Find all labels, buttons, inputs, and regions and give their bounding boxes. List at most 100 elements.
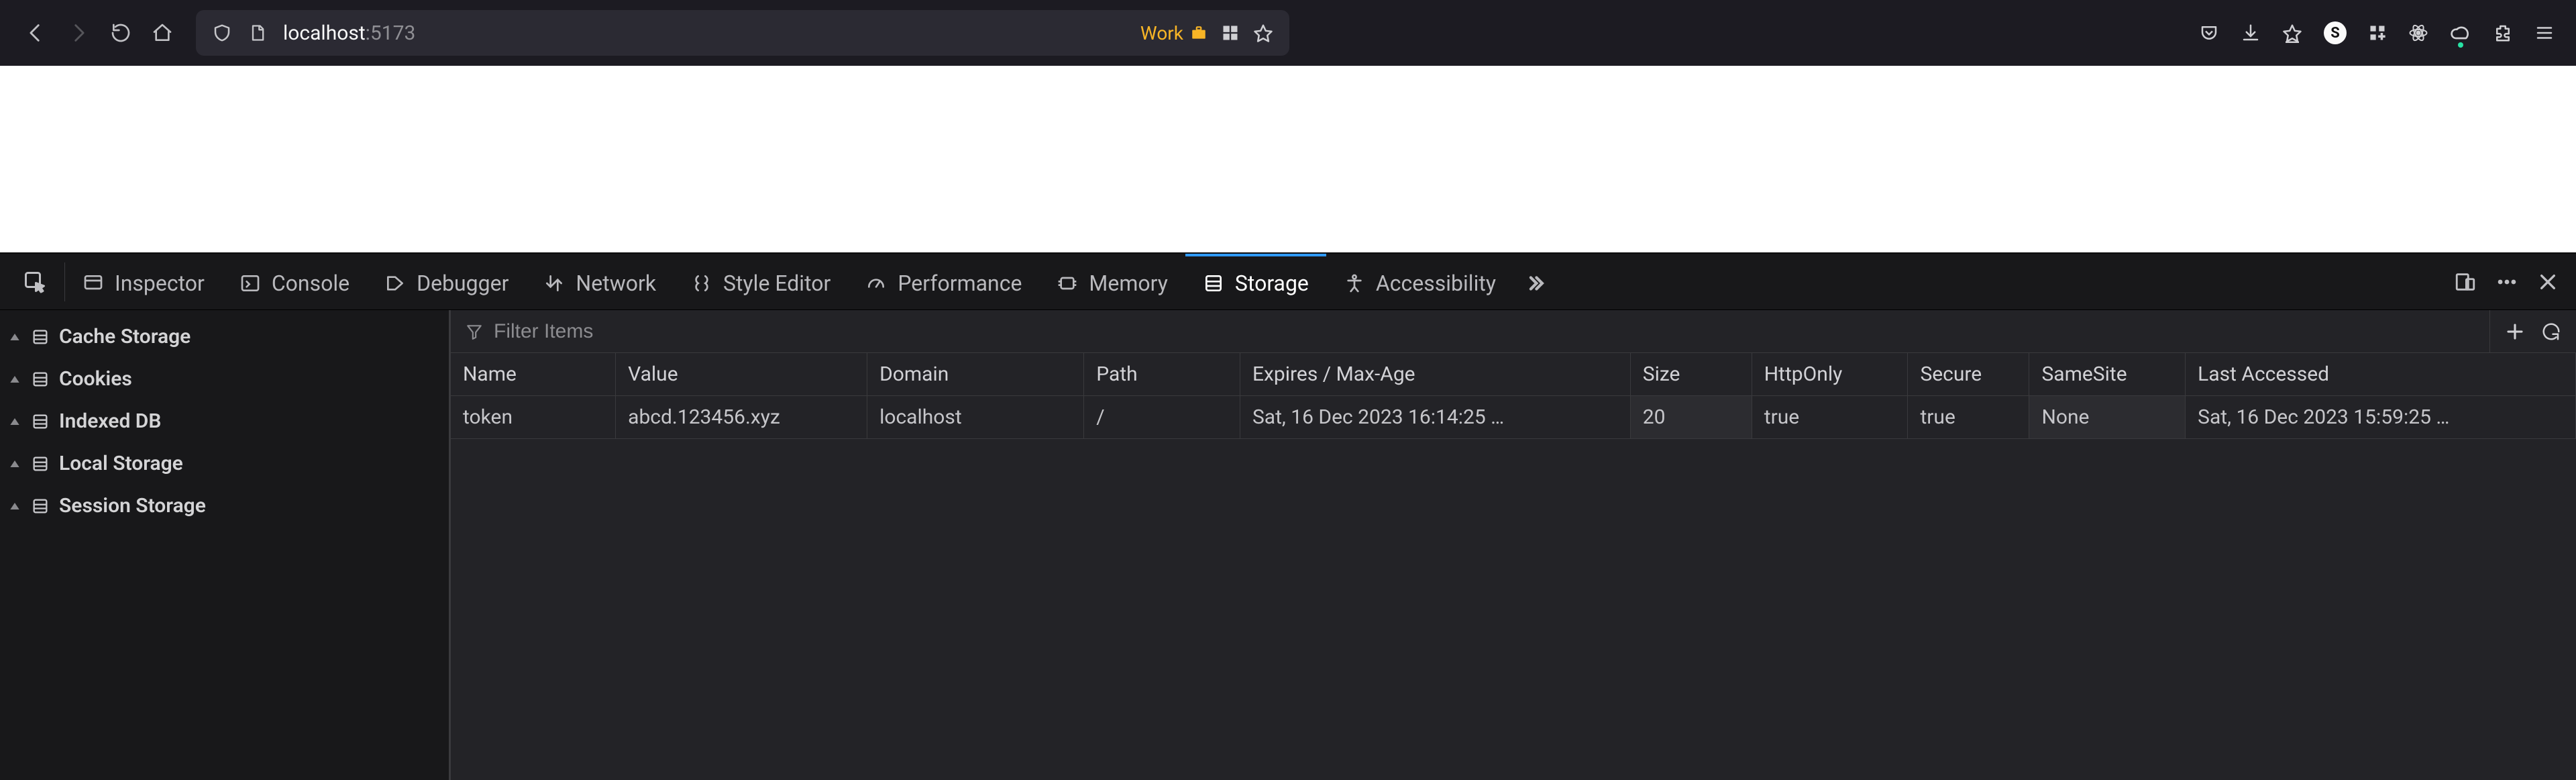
storage-main: NameValueDomainPathExpires / Max-AgeSize…: [451, 310, 2576, 780]
address-port: :5173: [366, 21, 416, 45]
cell-domain[interactable]: localhost: [867, 396, 1084, 439]
cell-httponly[interactable]: true: [1752, 396, 1908, 439]
notification-dot-icon: [2458, 42, 2463, 48]
tab-inspector[interactable]: Inspector: [65, 254, 222, 309]
reload-button[interactable]: [110, 22, 131, 44]
tab-label: Memory: [1089, 271, 1167, 296]
funnel-icon: [466, 323, 483, 340]
sidebar-item-cache-storage[interactable]: Cache Storage: [0, 315, 449, 358]
page-viewport: [0, 66, 2576, 252]
devtools-right-controls: [2442, 271, 2571, 293]
storage-item-icon: [31, 328, 50, 346]
nav-button-group: [9, 21, 180, 44]
chevron-right-icon: [8, 499, 21, 513]
sidebar-item-indexed-db[interactable]: Indexed DB: [0, 400, 449, 442]
storage-filter-row: [451, 310, 2576, 353]
col-value[interactable]: Value: [616, 353, 867, 396]
cell-value[interactable]: abcd.123456.xyz: [616, 396, 867, 439]
grid-view-icon[interactable]: [1221, 23, 1240, 42]
element-picker-button[interactable]: [5, 262, 65, 301]
extensions-icon[interactable]: [2493, 23, 2513, 43]
address-text: localhost:5173: [283, 21, 1124, 45]
react-devtools-icon[interactable]: [2408, 23, 2428, 43]
tab-label: Performance: [898, 271, 1022, 296]
tab-storage[interactable]: Storage: [1185, 254, 1326, 309]
address-right-group: Work: [1140, 22, 1273, 44]
profile-s-icon[interactable]: S: [2324, 21, 2347, 44]
col-last_accessed[interactable]: Last Accessed: [2186, 353, 2576, 396]
address-security-icons: [212, 23, 267, 43]
app-menu-icon[interactable]: [2534, 23, 2555, 43]
browser-toolbar: localhost:5173 Work S: [0, 0, 2576, 66]
tab-network[interactable]: Network: [526, 254, 674, 309]
tab-debugger[interactable]: Debugger: [367, 254, 526, 309]
filter-box[interactable]: [451, 320, 2489, 343]
responsive-mode-icon[interactable]: [2454, 271, 2477, 293]
sidebar-item-session-storage[interactable]: Session Storage: [0, 485, 449, 527]
sidebar-item-local-storage[interactable]: Local Storage: [0, 442, 449, 485]
tab-performance[interactable]: Performance: [848, 254, 1039, 309]
storage-sidebar: Cache Storage Cookies Indexed DB Local S…: [0, 310, 451, 780]
tab-label: Console: [272, 271, 350, 296]
pocket-icon[interactable]: [2199, 23, 2219, 43]
chevron-right-icon: [8, 415, 21, 428]
cell-name[interactable]: token: [451, 396, 616, 439]
tab-label: Inspector: [115, 271, 205, 296]
col-domain[interactable]: Domain: [867, 353, 1084, 396]
col-path[interactable]: Path: [1084, 353, 1240, 396]
forward-button[interactable]: [67, 21, 90, 44]
add-ons-icon[interactable]: [2368, 23, 2387, 42]
sidebar-item-label: Cookies: [59, 367, 132, 391]
cell-path[interactable]: /: [1084, 396, 1240, 439]
kebab-menu-icon[interactable]: [2496, 271, 2518, 293]
cell-samesite[interactable]: None: [2029, 396, 2186, 439]
sidebar-item-label: Session Storage: [59, 494, 206, 518]
address-host: localhost: [283, 21, 366, 45]
col-samesite[interactable]: SameSite: [2029, 353, 2186, 396]
sidebar-item-label: Local Storage: [59, 452, 183, 475]
col-expires[interactable]: Expires / Max-Age: [1240, 353, 1630, 396]
tab-label: Storage: [1235, 271, 1309, 296]
cell-size[interactable]: 20: [1630, 396, 1752, 439]
storage-item-icon: [31, 370, 50, 389]
tab-accessibility[interactable]: Accessibility: [1326, 254, 1513, 309]
filter-input[interactable]: [494, 320, 2475, 343]
cloud-icon[interactable]: [2450, 22, 2471, 44]
add-item-button[interactable]: [2505, 322, 2525, 342]
browser-right-toolbar: S: [2199, 21, 2567, 44]
cell-last_accessed[interactable]: Sat, 16 Dec 2023 15:59:25 …: [2186, 396, 2576, 439]
downloads-icon[interactable]: [2241, 23, 2261, 43]
bookmarks-toolbar-icon[interactable]: [2282, 23, 2302, 43]
tab-console[interactable]: Console: [222, 254, 367, 309]
refresh-button[interactable]: [2541, 322, 2561, 342]
home-button[interactable]: [152, 22, 173, 44]
cell-expires[interactable]: Sat, 16 Dec 2023 16:14:25 …: [1240, 396, 1630, 439]
cell-secure[interactable]: true: [1908, 396, 2029, 439]
filter-actions: [2489, 310, 2576, 352]
shield-icon[interactable]: [212, 23, 232, 43]
col-secure[interactable]: Secure: [1908, 353, 2029, 396]
col-name[interactable]: Name: [451, 353, 616, 396]
devtools-panel: Inspector Console Debugger Network Style…: [0, 252, 2576, 780]
sidebar-item-label: Cache Storage: [59, 325, 191, 348]
col-httponly[interactable]: HttpOnly: [1752, 353, 1908, 396]
chevron-right-icon: [8, 330, 21, 344]
back-button[interactable]: [24, 21, 47, 44]
table-row[interactable]: tokenabcd.123456.xyzlocalhost/Sat, 16 De…: [451, 396, 2576, 439]
star-bookmark-icon[interactable]: [1253, 23, 1273, 43]
devtools-tabbar: Inspector Console Debugger Network Style…: [0, 254, 2576, 310]
container-badge[interactable]: Work: [1140, 22, 1208, 44]
storage-table: NameValueDomainPathExpires / Max-AgeSize…: [451, 353, 2576, 439]
address-bar[interactable]: localhost:5173 Work: [196, 10, 1289, 56]
briefcase-icon: [1190, 24, 1208, 42]
container-label: Work: [1140, 22, 1183, 44]
tab-label: Debugger: [417, 271, 508, 296]
tab-memory[interactable]: Memory: [1039, 254, 1185, 309]
close-devtools-icon[interactable]: [2537, 271, 2559, 293]
sidebar-item-cookies[interactable]: Cookies: [0, 358, 449, 400]
tab-overflow[interactable]: [1513, 254, 1558, 309]
col-size[interactable]: Size: [1630, 353, 1752, 396]
page-icon[interactable]: [248, 23, 267, 42]
tab-label: Accessibility: [1376, 271, 1496, 296]
tab-style-editor[interactable]: Style Editor: [674, 254, 848, 309]
